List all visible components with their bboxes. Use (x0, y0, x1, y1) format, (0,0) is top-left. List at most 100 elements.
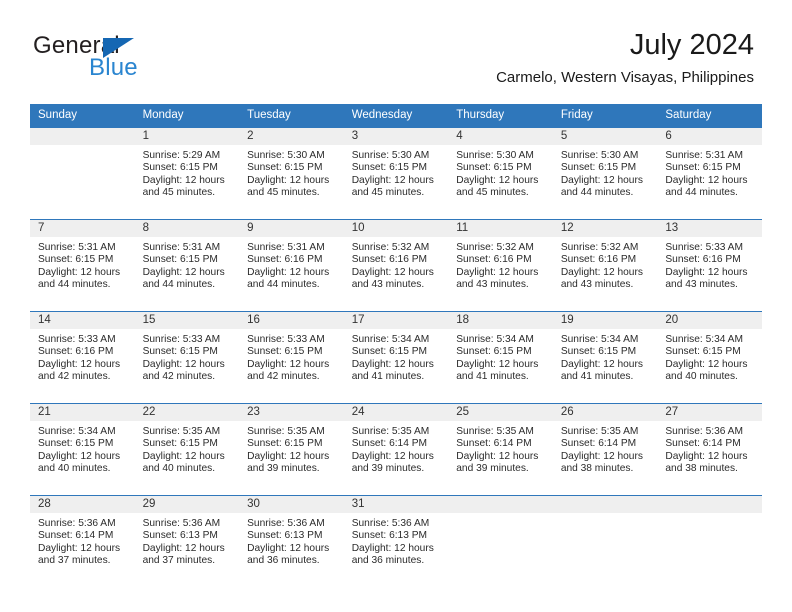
day-details: Sunrise: 5:30 AM Sunset: 6:15 PM Dayligh… (344, 145, 449, 200)
day-number: 26 (552, 404, 658, 421)
daylight-text-line2: and 39 minutes. (351, 463, 425, 475)
day-number: 28 (30, 496, 135, 513)
sunrise-text: Sunrise: 5:30 AM (247, 150, 325, 161)
sunrise-text: Sunrise: 5:32 AM (560, 242, 639, 253)
sunrise-text: Sunrise: 5:29 AM (142, 150, 221, 161)
sunset-text: Sunset: 6:14 PM (665, 438, 741, 450)
daylight-text-line1: Daylight: 12 hours (38, 266, 121, 278)
sunrise-text: Sunrise: 5:30 AM (560, 150, 639, 161)
calendar-day-cell[interactable]: 1 Sunrise: 5:29 AM Sunset: 6:15 PM Dayli… (134, 128, 240, 220)
calendar-day-cell[interactable]: 21 Sunrise: 5:34 AM Sunset: 6:15 PM Dayl… (30, 403, 135, 496)
general-blue-logo[interactable]: General Blue (33, 33, 213, 85)
day-number: 7 (30, 220, 135, 237)
sunset-text: Sunset: 6:15 PM (456, 162, 532, 174)
calendar-day-cell[interactable]: 24 Sunrise: 5:35 AM Sunset: 6:14 PM Dayl… (343, 403, 449, 496)
day-details: Sunrise: 5:33 AM Sunset: 6:15 PM Dayligh… (239, 329, 344, 384)
sunset-text: Sunset: 6:15 PM (665, 346, 741, 358)
day-details: Sunrise: 5:36 AM Sunset: 6:14 PM Dayligh… (657, 421, 762, 476)
calendar-day-cell[interactable]: 26 Sunrise: 5:35 AM Sunset: 6:14 PM Dayl… (552, 403, 658, 496)
calendar-day-cell[interactable]: 3 Sunrise: 5:30 AM Sunset: 6:15 PM Dayli… (343, 128, 449, 220)
calendar-day-cell[interactable]: 29 Sunrise: 5:36 AM Sunset: 6:13 PM Dayl… (134, 495, 240, 587)
calendar-day-cell[interactable]: 30 Sunrise: 5:36 AM Sunset: 6:13 PM Dayl… (239, 495, 344, 587)
calendar-day-cell[interactable]: 7 Sunrise: 5:31 AM Sunset: 6:15 PM Dayli… (30, 219, 135, 312)
weekday-header-friday: Friday (552, 104, 658, 128)
day-details (553, 513, 658, 518)
calendar-day-cell[interactable]: 10 Sunrise: 5:32 AM Sunset: 6:16 PM Dayl… (343, 219, 449, 312)
calendar-day-cell[interactable] (552, 495, 658, 587)
daylight-text-line1: Daylight: 12 hours (247, 266, 330, 278)
calendar-day-cell[interactable]: 13 Sunrise: 5:33 AM Sunset: 6:16 PM Dayl… (657, 219, 762, 312)
day-number (30, 128, 135, 145)
day-number: 27 (657, 404, 762, 421)
day-number: 19 (552, 312, 658, 329)
calendar-week-row: 1 Sunrise: 5:29 AM Sunset: 6:15 PM Dayli… (30, 128, 762, 220)
sunset-text: Sunset: 6:16 PM (38, 346, 114, 358)
day-details: Sunrise: 5:32 AM Sunset: 6:16 PM Dayligh… (344, 237, 449, 292)
daylight-text-line2: and 36 minutes. (351, 555, 425, 567)
calendar-day-cell[interactable]: 2 Sunrise: 5:30 AM Sunset: 6:15 PM Dayli… (239, 128, 344, 220)
calendar-day-cell[interactable]: 6 Sunrise: 5:31 AM Sunset: 6:15 PM Dayli… (657, 128, 762, 220)
sunrise-text: Sunrise: 5:33 AM (247, 334, 325, 345)
calendar-day-cell[interactable]: 12 Sunrise: 5:32 AM Sunset: 6:16 PM Dayl… (552, 219, 658, 312)
calendar-grid: Sunday Monday Tuesday Wednesday Thursday… (30, 104, 762, 587)
day-number: 23 (239, 404, 344, 421)
sunrise-text: Sunrise: 5:34 AM (665, 334, 743, 345)
calendar-day-cell[interactable]: 19 Sunrise: 5:34 AM Sunset: 6:15 PM Dayl… (552, 311, 658, 404)
day-number: 3 (343, 128, 449, 145)
daylight-text-line2: and 45 minutes. (142, 187, 216, 199)
calendar-day-cell[interactable]: 18 Sunrise: 5:34 AM Sunset: 6:15 PM Dayl… (448, 311, 553, 404)
calendar-table: Sunday Monday Tuesday Wednesday Thursday… (30, 104, 762, 587)
calendar-day-cell[interactable] (448, 495, 553, 587)
daylight-text-line2: and 36 minutes. (247, 555, 320, 567)
sunset-text: Sunset: 6:15 PM (456, 346, 532, 358)
daylight-text-line1: Daylight: 12 hours (142, 358, 225, 370)
day-number: 25 (448, 404, 553, 421)
daylight-text-line2: and 44 minutes. (665, 187, 738, 199)
calendar-day-cell[interactable]: 22 Sunrise: 5:35 AM Sunset: 6:15 PM Dayl… (134, 403, 240, 496)
calendar-day-cell[interactable] (657, 495, 762, 587)
calendar-page: General Blue July 2024 Carmelo, Western … (0, 0, 792, 612)
daylight-text-line2: and 44 minutes. (247, 279, 320, 291)
weekday-header-thursday: Thursday (448, 104, 553, 128)
calendar-week-row: 14 Sunrise: 5:33 AM Sunset: 6:16 PM Dayl… (30, 311, 762, 404)
daylight-text-line1: Daylight: 12 hours (38, 358, 121, 370)
day-details: Sunrise: 5:35 AM Sunset: 6:14 PM Dayligh… (448, 421, 553, 476)
calendar-week-row: 7 Sunrise: 5:31 AM Sunset: 6:15 PM Dayli… (30, 219, 762, 312)
calendar-day-cell[interactable]: 17 Sunrise: 5:34 AM Sunset: 6:15 PM Dayl… (343, 311, 449, 404)
daylight-text-line1: Daylight: 12 hours (142, 542, 225, 554)
sunrise-text: Sunrise: 5:30 AM (456, 150, 534, 161)
day-number: 10 (343, 220, 449, 237)
day-details: Sunrise: 5:34 AM Sunset: 6:15 PM Dayligh… (30, 421, 135, 476)
day-details: Sunrise: 5:30 AM Sunset: 6:15 PM Dayligh… (553, 145, 658, 200)
calendar-day-cell[interactable]: 4 Sunrise: 5:30 AM Sunset: 6:15 PM Dayli… (448, 128, 553, 220)
calendar-day-cell[interactable]: 8 Sunrise: 5:31 AM Sunset: 6:15 PM Dayli… (134, 219, 240, 312)
daylight-text-line1: Daylight: 12 hours (665, 450, 748, 462)
calendar-day-cell[interactable]: 27 Sunrise: 5:36 AM Sunset: 6:14 PM Dayl… (657, 403, 762, 496)
sunset-text: Sunset: 6:15 PM (38, 254, 114, 266)
sunrise-text: Sunrise: 5:31 AM (247, 242, 325, 253)
calendar-day-cell[interactable]: 28 Sunrise: 5:36 AM Sunset: 6:14 PM Dayl… (30, 495, 135, 587)
calendar-day-cell[interactable]: 15 Sunrise: 5:33 AM Sunset: 6:15 PM Dayl… (134, 311, 240, 404)
day-number: 18 (448, 312, 553, 329)
daylight-text-line2: and 38 minutes. (665, 463, 738, 475)
sunrise-text: Sunrise: 5:32 AM (351, 242, 430, 253)
calendar-day-cell[interactable]: 31 Sunrise: 5:36 AM Sunset: 6:13 PM Dayl… (343, 495, 449, 587)
sunset-text: Sunset: 6:16 PM (560, 254, 637, 266)
sunset-text: Sunset: 6:16 PM (351, 254, 428, 266)
day-number: 16 (239, 312, 344, 329)
calendar-day-cell[interactable]: 14 Sunrise: 5:33 AM Sunset: 6:16 PM Dayl… (30, 311, 135, 404)
calendar-day-cell[interactable]: 23 Sunrise: 5:35 AM Sunset: 6:15 PM Dayl… (239, 403, 344, 496)
daylight-text-line1: Daylight: 12 hours (247, 174, 330, 186)
calendar-day-cell[interactable]: 16 Sunrise: 5:33 AM Sunset: 6:15 PM Dayl… (239, 311, 344, 404)
calendar-day-cell[interactable]: 9 Sunrise: 5:31 AM Sunset: 6:16 PM Dayli… (239, 219, 344, 312)
calendar-day-cell[interactable] (30, 128, 135, 220)
calendar-day-cell[interactable]: 25 Sunrise: 5:35 AM Sunset: 6:14 PM Dayl… (448, 403, 553, 496)
calendar-day-cell[interactable]: 5 Sunrise: 5:30 AM Sunset: 6:15 PM Dayli… (552, 128, 658, 220)
daylight-text-line2: and 41 minutes. (456, 371, 529, 383)
daylight-text-line1: Daylight: 12 hours (560, 266, 643, 278)
calendar-day-cell[interactable]: 11 Sunrise: 5:32 AM Sunset: 6:16 PM Dayl… (448, 219, 553, 312)
sunset-text: Sunset: 6:15 PM (560, 346, 637, 358)
day-number: 24 (343, 404, 449, 421)
calendar-day-cell[interactable]: 20 Sunrise: 5:34 AM Sunset: 6:15 PM Dayl… (657, 311, 762, 404)
daylight-text-line2: and 43 minutes. (665, 279, 738, 291)
